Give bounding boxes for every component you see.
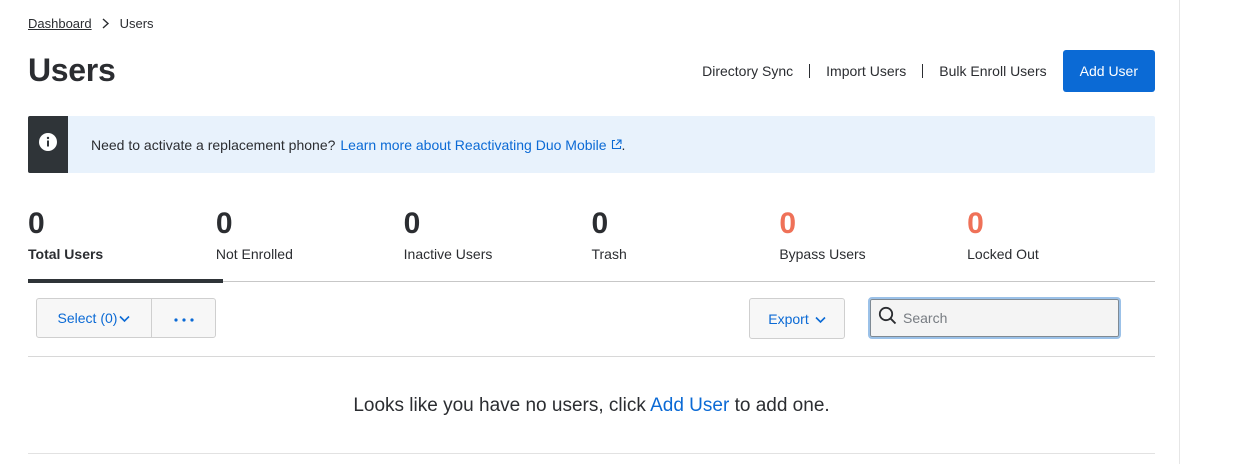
- breadcrumb-dashboard-link[interactable]: Dashboard: [28, 16, 92, 31]
- stat-value: 0: [591, 207, 609, 240]
- empty-state-add-user-link[interactable]: Add User: [650, 395, 729, 416]
- search-field: [868, 297, 1121, 339]
- banner-link-label: Learn more about Reactivating Duo Mobile: [340, 136, 607, 153]
- stat-label: Not Enrolled: [215, 246, 293, 262]
- select-label: Select (0): [57, 310, 118, 326]
- header-actions: Directory Sync Import Users Bulk Enroll …: [686, 50, 1155, 92]
- chevron-right-icon: [100, 18, 112, 30]
- banner-message: Need to activate a replacement phone? Le…: [91, 137, 625, 153]
- page-edge-divider: [1179, 0, 1180, 464]
- directory-sync-link[interactable]: Directory Sync: [686, 64, 809, 78]
- stat-value: 0: [779, 207, 796, 240]
- stat-inactive-users[interactable]: 0 Inactive Users: [404, 204, 592, 282]
- add-user-button[interactable]: Add User: [1062, 50, 1155, 92]
- stat-trash[interactable]: 0 Trash: [591, 204, 779, 282]
- stat-label: Bypass Users: [779, 246, 866, 262]
- select-button-group: Select (0): [36, 298, 216, 338]
- search-input[interactable]: [903, 310, 1103, 326]
- stat-value: 0: [28, 207, 45, 240]
- table-bottom-divider: [28, 453, 1155, 454]
- export-label: Export: [768, 310, 809, 327]
- reactivate-duo-mobile-link[interactable]: Learn more about Reactivating Duo Mobile: [340, 136, 622, 153]
- stat-value: 0: [403, 207, 421, 240]
- stat-label: Locked Out: [967, 246, 1039, 262]
- stat-label: Total Users: [28, 246, 104, 262]
- stat-value: 0: [967, 207, 984, 240]
- page-title: Users: [28, 52, 116, 88]
- banner-text: Need to activate a replacement phone?: [91, 136, 336, 153]
- user-stats-tabs: 0 Total Users 0 Not Enrolled 0 Inactive …: [28, 204, 1155, 283]
- export-dropdown-button[interactable]: Export: [749, 298, 845, 339]
- chevron-down-icon: [815, 311, 826, 327]
- empty-state-suffix: to add one.: [729, 395, 830, 416]
- stat-label: Inactive Users: [403, 246, 493, 262]
- user-table-toolbar: Select (0) Export: [28, 282, 1155, 357]
- chevron-down-icon: [119, 310, 131, 326]
- select-dropdown-button[interactable]: Select (0): [37, 299, 151, 337]
- search-icon: [878, 306, 897, 330]
- stat-total-users[interactable]: 0 Total Users: [28, 204, 223, 283]
- more-actions-button[interactable]: [151, 299, 215, 337]
- stat-label: Trash: [591, 246, 627, 262]
- stat-value: 0: [215, 207, 233, 240]
- stat-locked-out[interactable]: 0 Locked Out: [967, 204, 1155, 282]
- empty-state-message: Looks like you have no users, click Add …: [28, 395, 1155, 417]
- ellipsis-icon: [173, 309, 194, 327]
- import-users-link[interactable]: Import Users: [810, 64, 922, 78]
- breadcrumb: Dashboard Users: [28, 16, 154, 31]
- info-badge: [28, 116, 68, 173]
- breadcrumb-current: Users: [119, 16, 154, 31]
- info-icon: [39, 133, 57, 156]
- stat-bypass-users[interactable]: 0 Bypass Users: [779, 204, 967, 282]
- bulk-enroll-users-link[interactable]: Bulk Enroll Users: [923, 64, 1062, 78]
- info-banner: Need to activate a replacement phone? Le…: [28, 116, 1155, 173]
- banner-suffix: .: [621, 136, 626, 153]
- empty-state-prefix: Looks like you have no users, click: [353, 395, 651, 416]
- stat-not-enrolled[interactable]: 0 Not Enrolled: [216, 204, 404, 282]
- external-link-icon: [611, 139, 622, 150]
